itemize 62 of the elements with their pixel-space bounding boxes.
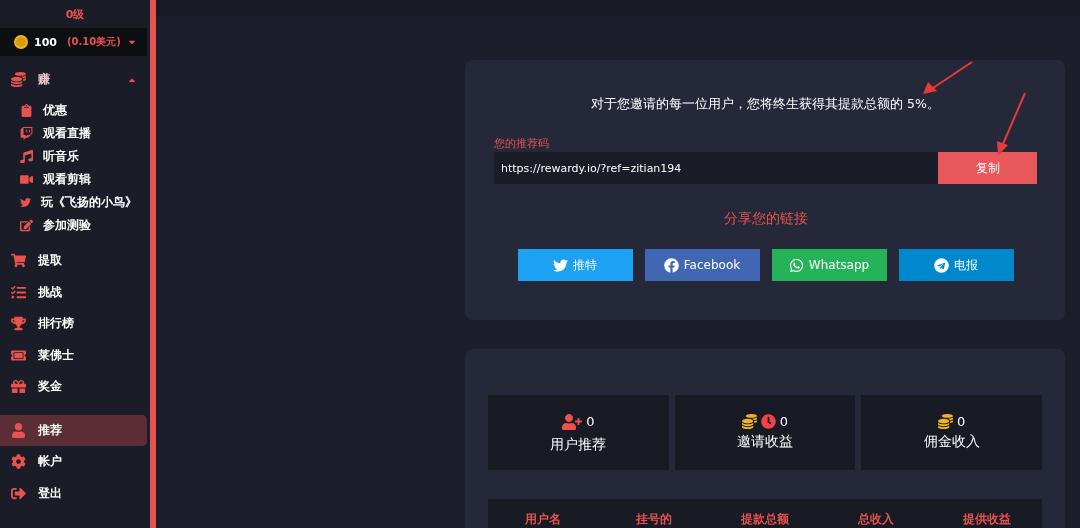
annotation-arrow bbox=[923, 61, 973, 94]
sidebar-item[interactable]: 莱佛士 bbox=[0, 339, 147, 371]
stat-label: 佣金收入 bbox=[923, 433, 980, 451]
coin-icon bbox=[741, 414, 757, 429]
stat-value: 0 bbox=[779, 414, 789, 429]
stat-label: 用户推荐 bbox=[550, 435, 607, 454]
paper-plane-icon bbox=[934, 257, 949, 273]
sidebar-item[interactable]: 奖金 bbox=[0, 371, 147, 403]
user-plus-icon bbox=[562, 411, 583, 432]
scrollbar[interactable] bbox=[150, 0, 156, 528]
chat-bubble-icon bbox=[20, 127, 33, 140]
share-title: 分享您的链接 bbox=[723, 210, 808, 228]
coin-balance: 100 bbox=[34, 35, 57, 49]
bird-icon bbox=[553, 257, 568, 273]
checklist-icon bbox=[11, 284, 26, 300]
column-header: 提供收益 bbox=[961, 511, 1012, 527]
stat-value: 0 bbox=[957, 414, 966, 429]
music-note-icon bbox=[20, 150, 33, 163]
sidebar-subitem[interactable]: 观看直播 bbox=[0, 122, 147, 145]
share-button[interactable]: 电报 bbox=[898, 249, 1014, 281]
sidebar-subitem[interactable]: 观看剪辑 bbox=[0, 168, 147, 191]
sidebar-item[interactable]: 排行榜 bbox=[0, 308, 147, 340]
copy-button[interactable]: 复制 bbox=[938, 152, 1037, 184]
level-text: 0级 bbox=[64, 7, 86, 23]
bird-icon bbox=[20, 196, 31, 209]
coin-icon bbox=[14, 35, 28, 49]
sidebar-item[interactable]: 帐户 bbox=[0, 446, 147, 478]
column-header: 挂号的 bbox=[635, 511, 674, 527]
referral-link-field[interactable]: https://rewardy.io/?ref=zitian194 bbox=[494, 152, 938, 184]
column-header: 提款总额 bbox=[740, 511, 790, 527]
edit-icon bbox=[20, 219, 33, 232]
user-icon bbox=[11, 422, 26, 438]
sidebar-item[interactable]: 提取 bbox=[0, 245, 147, 277]
annotation-arrow bbox=[997, 92, 1026, 156]
column-header: 总收入 bbox=[856, 511, 895, 527]
sidebar-subitem[interactable]: 优惠 bbox=[0, 99, 147, 122]
logout-icon bbox=[11, 485, 26, 501]
settings-icon bbox=[11, 454, 26, 470]
sidebar-subitem[interactable]: 听音乐 bbox=[0, 145, 147, 168]
facebook-icon bbox=[663, 257, 679, 273]
sidebar-item[interactable]: 推荐 bbox=[0, 414, 147, 446]
stat-value: 0 bbox=[586, 414, 595, 429]
coin-icon bbox=[938, 414, 954, 429]
sidebar-item[interactable]: 登出 bbox=[0, 477, 147, 509]
field-label: 您的推荐码 bbox=[494, 136, 549, 151]
share-button[interactable]: Facebook bbox=[644, 249, 760, 281]
coins-icon bbox=[11, 72, 26, 87]
column-header: 用户名 bbox=[524, 511, 563, 527]
sidebar-item[interactable]: 挑战 bbox=[0, 276, 147, 308]
sidebar-item[interactable]: 赚 bbox=[0, 64, 147, 95]
sidebar-subitem[interactable]: 玩《飞扬的小鸟》 bbox=[0, 191, 147, 214]
trophy-icon bbox=[11, 316, 26, 332]
clipboard-icon bbox=[20, 104, 33, 117]
whatsapp-icon bbox=[788, 257, 804, 273]
video-camera-icon bbox=[20, 173, 33, 186]
clock-icon bbox=[760, 414, 776, 429]
cart-icon bbox=[11, 253, 26, 269]
sidebar-subitem[interactable]: 参加测验 bbox=[0, 214, 147, 237]
referral-description: 对于您邀请的每一位用户，您将终生获得其提款总额的 5%。 bbox=[591, 96, 940, 113]
stat-label: 邀请收益 bbox=[737, 433, 793, 451]
gift-icon bbox=[11, 379, 26, 395]
usd-balance: (0.10美元) bbox=[66, 35, 121, 49]
